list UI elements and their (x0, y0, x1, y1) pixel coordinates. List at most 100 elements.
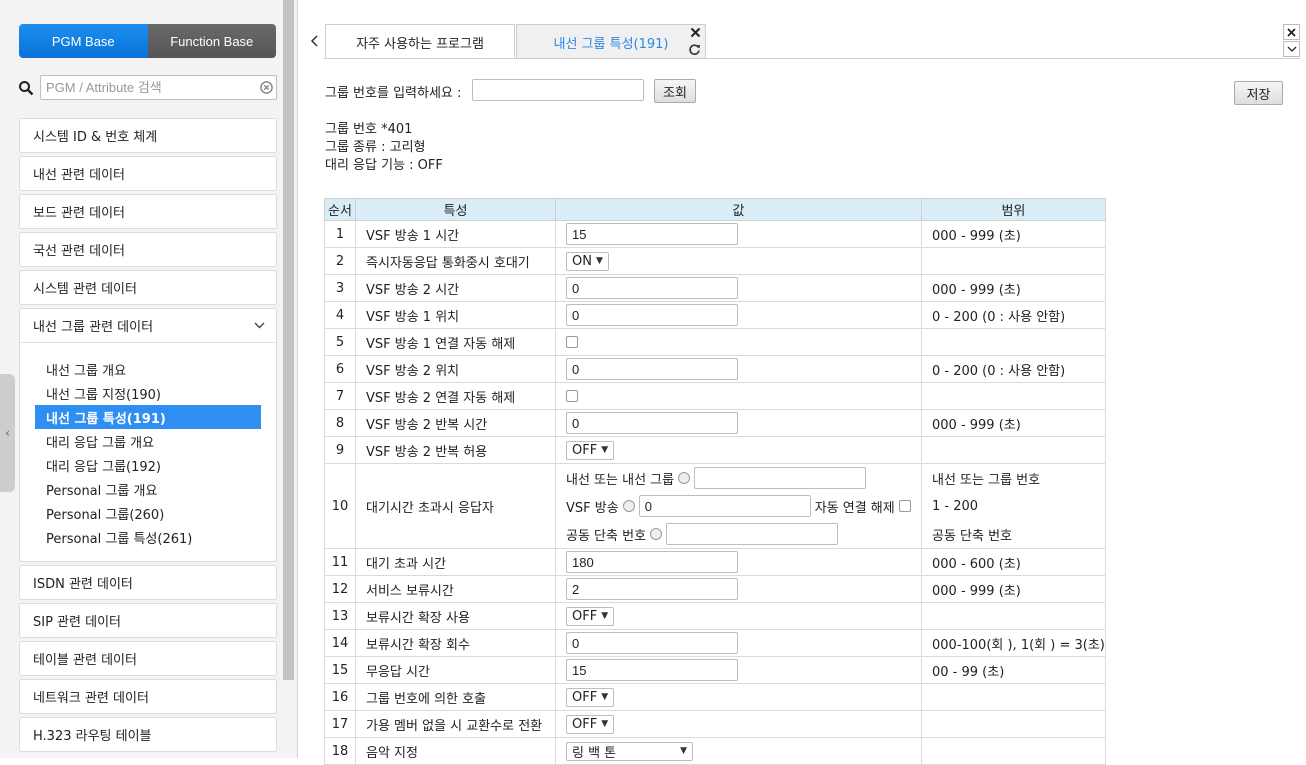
submenu-item[interactable]: 내선 그룹 특성(191) (35, 405, 261, 429)
value-input[interactable] (566, 358, 738, 380)
option-input[interactable] (666, 523, 839, 545)
option-radio[interactable] (622, 500, 635, 512)
group-info: 그룹 번호 *401 그룹 종류 : 고리형 대리 응답 기능 : OFF (325, 121, 443, 175)
menu-item[interactable]: ISDN 관련 데이터 (19, 565, 277, 600)
chevron-down-icon (1287, 46, 1296, 52)
value-checkbox[interactable] (566, 336, 578, 348)
col-header-value: 값 (555, 198, 922, 221)
search-icon[interactable] (18, 80, 34, 96)
value-input[interactable] (566, 659, 738, 681)
menu-item[interactable]: SIP 관련 데이터 (19, 603, 277, 638)
range-cell (921, 436, 1106, 464)
row-property: 보류시간 확장 회수 (355, 629, 556, 657)
range-cell: 0 - 200 (0 : 사용 안함) (921, 301, 1106, 329)
refresh-icon[interactable] (688, 43, 701, 56)
value-select[interactable]: OFF ▼ (566, 714, 615, 734)
auto-release-label: 자동 연결 해제 (814, 500, 895, 516)
sidebar-scrollbar[interactable] (283, 0, 294, 680)
close-window-button[interactable] (1283, 24, 1300, 40)
content-panel: 그룹 번호를 입력하세요 : 조회 저장 그룹 번호 *401 그룹 종류 : … (298, 60, 1306, 765)
row-order: 14 (324, 629, 356, 657)
value-select[interactable]: OFF ▼ (566, 687, 615, 707)
tab-frequent-programs[interactable]: 자주 사용하는 프로그램 (325, 24, 515, 59)
option-radio[interactable] (650, 528, 663, 540)
row-property: VSF 방송 2 반복 허용 (355, 436, 556, 464)
select-value: OFF (572, 442, 598, 458)
value-input[interactable] (566, 277, 738, 299)
option-label: 공동 단축 번호 (566, 528, 647, 544)
value-input[interactable] (566, 632, 738, 654)
row-order: 3 (324, 274, 356, 302)
submenu-item[interactable]: 내선 그룹 지정(190) (35, 381, 261, 405)
option-radio[interactable] (678, 472, 691, 484)
option-range: 공동 단축 번호 (932, 528, 1013, 544)
range-cell: 000 - 999 (초) (921, 575, 1106, 603)
col-header-range: 범위 (921, 198, 1106, 221)
range-cell (921, 247, 1106, 275)
chevron-down-icon (254, 322, 265, 329)
query-button[interactable]: 조회 (654, 79, 696, 103)
menu-item[interactable]: 내선 관련 데이터 (19, 156, 277, 191)
row-order: 16 (324, 683, 356, 711)
value-select[interactable]: OFF ▼ (566, 440, 615, 460)
group-number-input[interactable] (472, 79, 644, 101)
row-order: 7 (324, 382, 356, 410)
row-property: 보류시간 확장 사용 (355, 602, 556, 630)
menu-item[interactable]: 시스템 ID & 번호 체계 (19, 118, 277, 153)
range-cell (921, 710, 1106, 738)
submenu-item[interactable]: 내선 그룹 개요 (35, 357, 261, 381)
proxy-answer-info: 대리 응답 기능 : OFF (325, 158, 443, 173)
clear-search-icon[interactable] (260, 81, 273, 94)
option-range: 1 - 200 (932, 498, 979, 514)
menu-item[interactable]: 보드 관련 데이터 (19, 194, 277, 229)
submenu-item[interactable]: 대리 응답 그룹(192) (35, 453, 261, 477)
value-input[interactable] (566, 412, 738, 434)
table-row: 16 그룹 번호에 의한 호출 OFF ▼ (324, 683, 1106, 711)
row-property: 가용 멤버 없을 시 교환수로 전환 (355, 710, 556, 738)
menu-group-header[interactable]: 내선 그룹 관련 데이터 (20, 309, 276, 343)
submenu-item[interactable]: 대리 응답 그룹 개요 (35, 429, 261, 453)
dropdown-arrow-icon: ▼ (601, 611, 609, 621)
dropdown-arrow-icon: ▼ (595, 256, 603, 266)
tab-list-button[interactable] (1283, 41, 1300, 57)
close-tab-icon[interactable] (690, 27, 701, 38)
menu-item[interactable]: 네트워크 관련 데이터 (19, 679, 277, 714)
option-input[interactable] (638, 495, 811, 517)
row-property: 그룹 번호에 의한 호출 (355, 683, 556, 711)
submenu-item[interactable]: Personal 그룹 개요 (35, 477, 261, 501)
table-row: 13 보류시간 확장 사용 OFF ▼ (324, 602, 1106, 630)
option-input[interactable] (694, 467, 867, 489)
menu-item[interactable]: H.323 라우팅 테이블 (19, 717, 277, 752)
chevron-left-icon[interactable] (308, 33, 322, 49)
option-label: VSF 방송 (566, 500, 619, 516)
search-input[interactable] (40, 75, 277, 100)
range-cell: 000 - 999 (초) (921, 409, 1106, 437)
row-property: 대기시간 초과시 응답자 (355, 463, 556, 549)
range-cell: 000 - 999 (초) (921, 220, 1106, 248)
row-order: 10 (324, 463, 356, 549)
auto-release-checkbox[interactable] (898, 500, 911, 512)
function-base-button[interactable]: Function Base (147, 24, 276, 58)
value-input[interactable] (566, 223, 738, 245)
value-checkbox[interactable] (566, 390, 578, 402)
row-order: 15 (324, 656, 356, 684)
value-select[interactable]: ON ▼ (566, 251, 609, 271)
pgm-base-button[interactable]: PGM Base (19, 24, 148, 58)
tab-extension-group-properties[interactable]: 내선 그룹 특성(191) (516, 24, 706, 59)
value-input[interactable] (566, 551, 738, 573)
menu-item[interactable]: 시스템 관련 데이터 (19, 270, 277, 305)
value-select[interactable]: OFF ▼ (566, 606, 615, 626)
range-cell: 000 - 600 (초) (921, 548, 1106, 576)
value-input[interactable] (566, 578, 738, 600)
collapse-sidebar-handle[interactable]: ‹ (0, 374, 15, 492)
table-row: 14보류시간 확장 회수 000-100(회 ), 1(회 ) = 3(초) (324, 629, 1106, 657)
close-icon (1287, 27, 1296, 37)
value-input[interactable] (566, 304, 738, 326)
submenu-item[interactable]: Personal 그룹 특성(261) (35, 525, 261, 549)
menu-item[interactable]: 테이블 관련 데이터 (19, 641, 277, 676)
save-button[interactable]: 저장 (1234, 81, 1283, 105)
dropdown-arrow-icon: ▼ (680, 746, 687, 756)
select-value: OFF (572, 689, 598, 705)
submenu-item[interactable]: Personal 그룹(260) (35, 501, 261, 525)
menu-item[interactable]: 국선 관련 데이터 (19, 232, 277, 267)
